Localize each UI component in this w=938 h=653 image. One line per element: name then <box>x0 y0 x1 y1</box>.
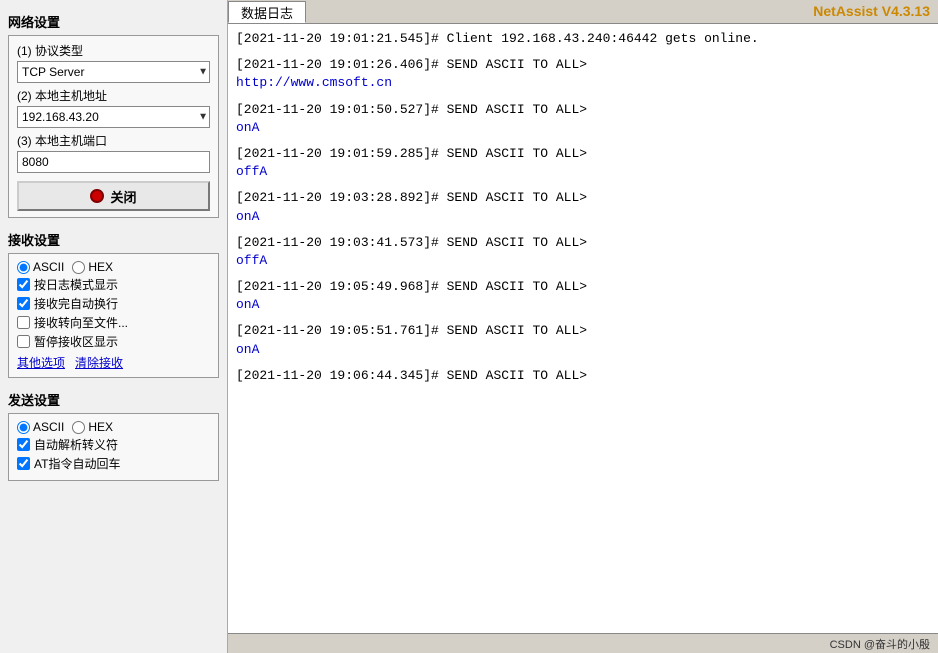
log-entry-5: [2021-11-20 19:03:41.573]# SEND ASCII TO… <box>236 234 930 270</box>
log-timestamp-8: [2021-11-20 19:06:44.345]# SEND ASCII TO… <box>236 367 930 385</box>
clear-receive-link[interactable]: 清除接收 <box>75 354 123 371</box>
log-timestamp-5: [2021-11-20 19:03:41.573]# SEND ASCII TO… <box>236 234 930 252</box>
pause-checkbox[interactable] <box>17 335 30 348</box>
pause-checkbox-row[interactable]: 暂停接收区显示 <box>17 333 210 350</box>
log-timestamp-0: [2021-11-20 19:01:21.545]# Client 192.16… <box>236 30 930 48</box>
log-entry-8: [2021-11-20 19:06:44.345]# SEND ASCII TO… <box>236 367 930 385</box>
port-label: (3) 本地主机端口 <box>17 132 210 149</box>
link-row: 其他选项 清除接收 <box>17 354 210 371</box>
receive-hex-option[interactable]: HEX <box>72 260 113 274</box>
log-timestamp-2: [2021-11-20 19:01:50.527]# SEND ASCII TO… <box>236 101 930 119</box>
send-ascii-option[interactable]: ASCII <box>17 420 64 434</box>
protocol-label: (1) 协议类型 <box>17 42 210 59</box>
log-data-5: offA <box>236 252 930 270</box>
host-select-wrapper: 192.168.43.20 ▼ <box>17 106 210 128</box>
auto-newline-checkbox-row[interactable]: 接收完自动换行 <box>17 295 210 312</box>
protocol-select[interactable]: TCP Server TCP Client UDP <box>17 61 210 83</box>
send-settings-section: ASCII HEX 自动解析转义符 AT指令自动回车 <box>8 413 219 481</box>
log-entry-2: [2021-11-20 19:01:50.527]# SEND ASCII TO… <box>236 101 930 137</box>
log-data-4: onA <box>236 208 930 226</box>
receive-hex-label: HEX <box>88 260 113 274</box>
close-button-label: 关闭 <box>110 187 136 206</box>
log-mode-checkbox-row[interactable]: 按日志模式显示 <box>17 276 210 293</box>
log-timestamp-3: [2021-11-20 19:01:59.285]# SEND ASCII TO… <box>236 145 930 163</box>
log-data-6: onA <box>236 296 930 314</box>
tab-bar: 数据日志 NetAssist V4.3.13 <box>228 0 938 24</box>
data-log-tab[interactable]: 数据日志 <box>228 1 306 23</box>
log-timestamp-7: [2021-11-20 19:05:51.761]# SEND ASCII TO… <box>236 322 930 340</box>
sidebar: 网络设置 (1) 协议类型 TCP Server TCP Client UDP … <box>0 0 228 653</box>
receive-ascii-label: ASCII <box>33 260 64 274</box>
at-cmd-checkbox[interactable] <box>17 457 30 470</box>
host-select[interactable]: 192.168.43.20 <box>17 106 210 128</box>
app-title: NetAssist V4.3.13 <box>813 3 930 21</box>
receive-settings-title: 接收设置 <box>8 230 219 249</box>
send-settings-title: 发送设置 <box>8 390 219 409</box>
log-data-7: onA <box>236 341 930 359</box>
other-options-link[interactable]: 其他选项 <box>17 354 65 371</box>
network-settings-title: 网络设置 <box>8 12 219 31</box>
auto-escape-checkbox[interactable] <box>17 438 30 451</box>
content-area: 数据日志 NetAssist V4.3.13 [2021-11-20 19:01… <box>228 0 938 653</box>
auto-newline-label: 接收完自动换行 <box>34 295 118 312</box>
log-data-2: onA <box>236 119 930 137</box>
data-log-tab-label: 数据日志 <box>241 3 293 22</box>
log-entry-3: [2021-11-20 19:01:59.285]# SEND ASCII TO… <box>236 145 930 181</box>
status-text: CSDN @奋斗的小殷 <box>830 636 930 652</box>
redirect-checkbox-row[interactable]: 接收转向至文件... <box>17 314 210 331</box>
log-entry-0: [2021-11-20 19:01:21.545]# Client 192.16… <box>236 30 930 48</box>
log-data-3: offA <box>236 163 930 181</box>
receive-encoding-row: ASCII HEX <box>17 260 210 274</box>
red-circle-icon <box>90 189 104 203</box>
port-input[interactable]: 8080 <box>17 151 210 173</box>
send-hex-label: HEX <box>88 420 113 434</box>
send-encoding-row: ASCII HEX <box>17 420 210 434</box>
at-cmd-label: AT指令自动回车 <box>34 455 120 472</box>
host-label: (2) 本地主机地址 <box>17 87 210 104</box>
redirect-label: 接收转向至文件... <box>34 314 128 331</box>
protocol-select-wrapper: TCP Server TCP Client UDP ▼ <box>17 61 210 83</box>
pause-label: 暂停接收区显示 <box>34 333 118 350</box>
log-entry-7: [2021-11-20 19:05:51.761]# SEND ASCII TO… <box>236 322 930 358</box>
log-mode-checkbox[interactable] <box>17 278 30 291</box>
log-timestamp-1: [2021-11-20 19:01:26.406]# SEND ASCII TO… <box>236 56 930 74</box>
auto-newline-checkbox[interactable] <box>17 297 30 310</box>
log-mode-label: 按日志模式显示 <box>34 276 118 293</box>
network-settings-section: (1) 协议类型 TCP Server TCP Client UDP ▼ (2)… <box>8 35 219 218</box>
log-data-1: http://www.cmsoft.cn <box>236 74 930 92</box>
send-hex-option[interactable]: HEX <box>72 420 113 434</box>
status-bar: CSDN @奋斗的小殷 <box>228 633 938 653</box>
auto-escape-label: 自动解析转义符 <box>34 436 118 453</box>
log-entry-1: [2021-11-20 19:01:26.406]# SEND ASCII TO… <box>236 56 930 92</box>
auto-escape-checkbox-row[interactable]: 自动解析转义符 <box>17 436 210 453</box>
close-button[interactable]: 关闭 <box>17 181 210 211</box>
log-entry-4: [2021-11-20 19:03:28.892]# SEND ASCII TO… <box>236 189 930 225</box>
log-entry-6: [2021-11-20 19:05:49.968]# SEND ASCII TO… <box>236 278 930 314</box>
receive-settings-section: ASCII HEX 按日志模式显示 接收完自动换行 接收转向至文件... <box>8 253 219 378</box>
at-cmd-checkbox-row[interactable]: AT指令自动回车 <box>17 455 210 472</box>
receive-ascii-option[interactable]: ASCII <box>17 260 64 274</box>
redirect-checkbox[interactable] <box>17 316 30 329</box>
log-area[interactable]: [2021-11-20 19:01:21.545]# Client 192.16… <box>228 24 938 633</box>
log-timestamp-4: [2021-11-20 19:03:28.892]# SEND ASCII TO… <box>236 189 930 207</box>
log-timestamp-6: [2021-11-20 19:05:49.968]# SEND ASCII TO… <box>236 278 930 296</box>
send-ascii-label: ASCII <box>33 420 64 434</box>
